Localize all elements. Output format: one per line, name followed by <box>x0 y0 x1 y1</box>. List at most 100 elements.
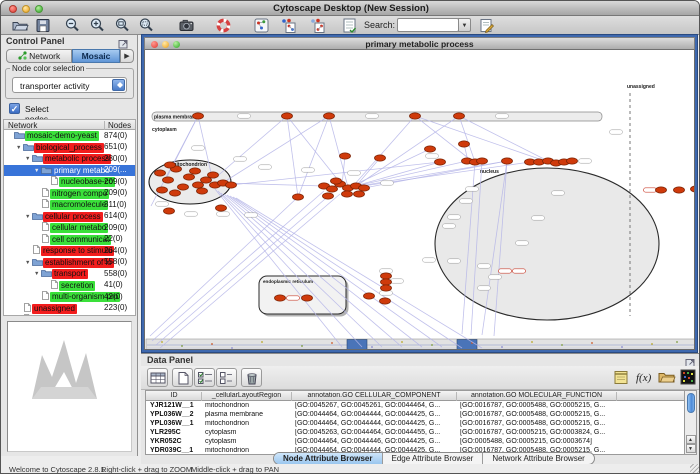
table-cell[interactable]: [GO:0044464, GO:0044446, GO:0044425, G..… <box>295 438 455 447</box>
table-cell[interactable]: [GO:0044464, GO:0044444, GO:0044425, G..… <box>295 420 455 429</box>
table-cell[interactable]: YPL036W__1 <box>150 420 200 429</box>
network-node[interactable] <box>342 191 353 197</box>
zoom-out-icon[interactable] <box>64 17 82 34</box>
scroll-up-icon[interactable]: ▲ <box>686 435 696 444</box>
table-cell[interactable]: [GO:0016787, GO:0005488, GO:0005215, G..… <box>460 420 615 429</box>
tree-row[interactable]: ▼metabolic process280(0) <box>4 153 135 165</box>
scrollbar-thumb[interactable] <box>687 393 695 413</box>
network-node[interactable] <box>163 177 174 183</box>
network-node[interactable] <box>381 273 392 279</box>
tree-row[interactable]: Overview8(0) <box>4 314 135 316</box>
zoom-window-icon[interactable] <box>35 5 43 13</box>
minimize-icon[interactable] <box>162 41 169 48</box>
tab-network[interactable]: Network <box>6 49 72 63</box>
tree-row[interactable]: response to stimulu264(0) <box>4 245 135 257</box>
function-builder-icon[interactable]: f(x) <box>634 369 654 390</box>
table-cell[interactable]: [GO:0045263, GO:0044464, GO:0044455, G..… <box>295 429 455 438</box>
tree-row[interactable]: secretion41(0) <box>4 280 135 292</box>
close-icon[interactable] <box>151 41 158 48</box>
table-cell[interactable]: cytoplasm <box>205 438 290 447</box>
zoom-selected-icon[interactable] <box>138 17 156 34</box>
column-header[interactable]: _cellularLayoutRegion <box>202 392 292 401</box>
tab-mosaic[interactable]: Mosaic <box>72 49 120 63</box>
attribute-matrix-icon[interactable] <box>680 369 696 390</box>
tree-row[interactable]: cellular metabo209(0) <box>4 222 135 234</box>
network-node[interactable] <box>656 187 667 193</box>
table-cell[interactable]: YLR295C <box>150 429 200 438</box>
tree-expand-icon[interactable]: ▼ <box>34 271 41 277</box>
network-node[interactable] <box>381 279 392 285</box>
tree-row[interactable]: multi-organism pro42(0) <box>4 291 135 303</box>
unselect-attributes-icon[interactable] <box>216 368 237 387</box>
table-row[interactable]: YPL036W__1 mitochondrion [GO:0044464, GO:0… <box>146 419 684 428</box>
network-edge[interactable] <box>230 196 442 347</box>
tree-row[interactable]: ▼transport558(0) <box>4 268 135 280</box>
network-node[interactable] <box>340 153 351 159</box>
network-node[interactable] <box>425 146 436 152</box>
tree-row[interactable]: mosaic-demo-yeast874(0) <box>4 130 135 142</box>
network-node[interactable] <box>691 186 696 192</box>
tree-expand-icon[interactable]: ▼ <box>25 260 32 266</box>
delete-attribute-icon[interactable] <box>241 368 262 387</box>
network-node[interactable] <box>354 191 365 197</box>
network-node[interactable] <box>157 187 168 193</box>
table-cell[interactable]: YJR121W__1 <box>150 402 200 411</box>
network-edge[interactable] <box>218 191 362 347</box>
network-edge[interactable] <box>214 116 287 179</box>
network-node[interactable] <box>184 174 195 180</box>
table-cell[interactable]: [GO:0016787, GO:0005215, GO:0003824, G..… <box>460 429 615 438</box>
node-color-select[interactable]: transporter activity <box>12 77 127 93</box>
network-node[interactable] <box>454 113 465 119</box>
column-header[interactable] <box>617 392 685 401</box>
network-node[interactable] <box>331 178 342 184</box>
network-node[interactable] <box>165 162 176 168</box>
tree-expand-icon[interactable]: ▼ <box>25 214 32 220</box>
select-attributes-icon[interactable] <box>194 368 215 387</box>
table-cell[interactable]: [GO:0005488, GO:0005215, GO:0003674] <box>460 438 615 447</box>
network-node[interactable] <box>375 155 386 161</box>
tree-row[interactable]: ▼establishment of lo558(0) <box>4 257 135 269</box>
table-cell[interactable]: [GO:0016787, GO:0005488, GO:0005215, G..… <box>460 411 615 420</box>
network-node[interactable] <box>178 184 189 190</box>
network-node[interactable] <box>459 141 470 147</box>
network-edge[interactable] <box>415 116 472 161</box>
column-header[interactable]: ID <box>147 392 202 401</box>
tree-row[interactable]: ▼biological_process651(0) <box>4 142 135 154</box>
table-cell[interactable]: [GO:0045267, GO:0045261, GO:0044464, G..… <box>295 402 455 411</box>
network-node[interactable] <box>380 298 391 304</box>
network-node[interactable] <box>410 113 421 119</box>
save-icon[interactable] <box>34 17 52 34</box>
network-node[interactable] <box>435 159 446 165</box>
vizmapper-alt-icon[interactable] <box>308 17 326 34</box>
network-window-titlebar[interactable]: primary metabolic process <box>144 37 695 50</box>
tree-expand-icon[interactable]: ▼ <box>25 156 32 162</box>
table-cell[interactable]: YKR052C <box>150 438 200 447</box>
tree-col-nodes[interactable]: Nodes <box>104 121 131 130</box>
tree-row[interactable]: ▼cellular process614(0) <box>4 211 135 223</box>
tab-overflow-button[interactable]: ▶ <box>120 49 134 63</box>
tree-expand-icon[interactable]: ▼ <box>16 145 23 151</box>
table-cell[interactable]: YDR039C__1 <box>150 447 200 456</box>
filter-icon[interactable] <box>341 17 359 34</box>
network-node[interactable] <box>327 186 338 192</box>
network-node[interactable] <box>275 295 286 301</box>
network-node[interactable] <box>170 190 181 196</box>
tab-edge-attribute-browser[interactable]: Edge Attribute Browser <box>383 453 484 464</box>
network-node[interactable] <box>359 185 370 191</box>
table-scrollbar[interactable]: ▲ ▼ <box>685 390 697 455</box>
network-node[interactable] <box>477 158 488 164</box>
network-node[interactable] <box>190 168 201 174</box>
network-node[interactable] <box>302 295 313 301</box>
zoom-in-icon[interactable] <box>89 17 107 34</box>
network-node[interactable] <box>226 182 237 188</box>
close-icon[interactable] <box>9 5 17 13</box>
network-node[interactable] <box>502 158 513 164</box>
new-attribute-icon[interactable] <box>172 368 193 387</box>
table-row[interactable]: YPL036W__2plasma membrane[GO:0044464, GO… <box>146 410 684 419</box>
network-canvas[interactable]: plasma membranecytoplasmmitochondrionnuc… <box>144 50 695 350</box>
table-cell[interactable]: mitochondrion <box>205 420 290 429</box>
combo-stepper-icon[interactable] <box>112 79 125 91</box>
network-edge[interactable] <box>329 116 348 187</box>
tree-row[interactable]: ▼primary metabo209(... <box>4 165 135 177</box>
tab-node-attribute-browser[interactable]: Node Attribute Browser <box>274 453 383 464</box>
